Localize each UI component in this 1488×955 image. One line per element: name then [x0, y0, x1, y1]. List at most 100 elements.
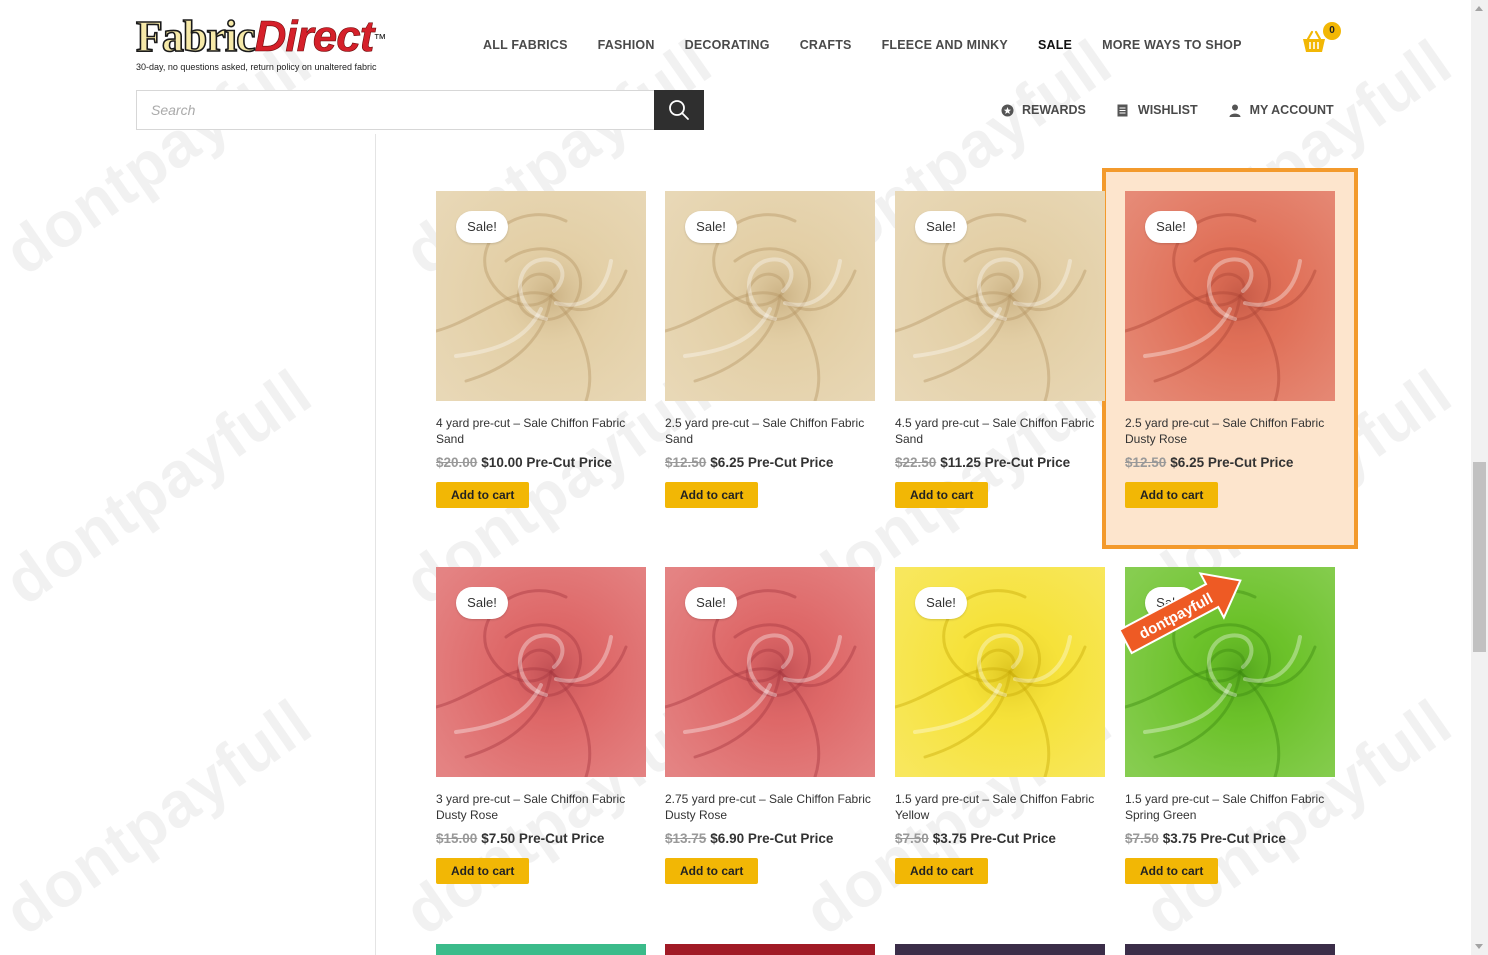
- add-to-cart-button[interactable]: Add to cart: [895, 482, 989, 508]
- add-to-cart-button[interactable]: Add to cart: [665, 858, 759, 884]
- product-price: $15.00 $7.50 Pre-Cut Price: [436, 831, 648, 846]
- original-price: $12.50: [1125, 455, 1167, 470]
- watermark: dontpayfull: [0, 685, 325, 949]
- sidebar-divider: [375, 134, 376, 955]
- my-account-label: MY ACCOUNT: [1249, 103, 1334, 117]
- wishlist-icon: [1116, 103, 1130, 117]
- add-to-cart-button[interactable]: Add to cart: [436, 482, 530, 508]
- product-price: $12.50 $6.25 Pre-Cut Price: [665, 455, 877, 470]
- nav-sale[interactable]: SALE: [1038, 38, 1072, 52]
- scroll-up-arrow-icon[interactable]: [1475, 6, 1483, 11]
- watermark: dontpayfull: [0, 355, 325, 619]
- product-title[interactable]: 2.5 yard pre-cut – Sale Chiffon Fabric S…: [665, 415, 875, 447]
- sale-price: $3.75 Pre-Cut Price: [932, 831, 1056, 846]
- sale-price: $11.25 Pre-Cut Price: [940, 455, 1071, 470]
- product-image[interactable]: Sale!: [1125, 191, 1335, 401]
- search-button[interactable]: [654, 90, 704, 130]
- main-nav: ALL FABRICS FASHION DECORATING CRAFTS FL…: [483, 38, 1272, 52]
- sale-badge: Sale!: [1145, 211, 1197, 243]
- nav-decorating[interactable]: DECORATING: [685, 38, 770, 52]
- logo-wordmark: FabricDirect™: [135, 12, 436, 61]
- original-price: $7.50: [895, 831, 929, 846]
- product-card[interactable]: Sale! 2.5 yard pre-cut – Sale Chiffon Fa…: [665, 191, 877, 508]
- search-icon: [669, 100, 689, 120]
- nav-crafts[interactable]: CRAFTS: [800, 38, 852, 52]
- product-image[interactable]: Sale!: [895, 191, 1105, 401]
- product-card[interactable]: Sale! 2.5 yard pre-cut – Sale Chiffon Fa…: [1125, 191, 1337, 508]
- product-price: $20.00 $10.00 Pre-Cut Price: [436, 455, 648, 470]
- cart-button[interactable]: 0: [1300, 22, 1341, 58]
- product-image[interactable]: Sale!: [665, 191, 875, 401]
- add-to-cart-button[interactable]: Add to cart: [1125, 858, 1219, 884]
- site-logo[interactable]: FabricDirect™ 30-day, no questions asked…: [135, 12, 436, 76]
- product-card[interactable]: Sale! 3 yard pre-cut – Sale Chiffon Fabr…: [436, 567, 648, 884]
- reward-badge-icon: [1000, 103, 1014, 117]
- original-price: $7.50: [1125, 831, 1159, 846]
- add-to-cart-button[interactable]: Add to cart: [436, 858, 530, 884]
- sale-price: $6.25 Pre-Cut Price: [1170, 455, 1294, 470]
- search-input[interactable]: [136, 90, 654, 130]
- sale-badge: Sale!: [915, 211, 967, 243]
- nav-fashion[interactable]: FASHION: [598, 38, 655, 52]
- product-title[interactable]: 3 yard pre-cut – Sale Chiffon Fabric Dus…: [436, 791, 646, 823]
- product-title[interactable]: 4 yard pre-cut – Sale Chiffon Fabric San…: [436, 415, 646, 447]
- rewards-label: REWARDS: [1022, 103, 1086, 117]
- product-image-partial[interactable]: [436, 944, 646, 955]
- my-account-link[interactable]: MY ACCOUNT: [1228, 103, 1334, 117]
- product-title[interactable]: 2.5 yard pre-cut – Sale Chiffon Fabric D…: [1125, 415, 1335, 447]
- product-image-partial[interactable]: [665, 944, 875, 955]
- original-price: $22.50: [895, 455, 937, 470]
- product-card[interactable]: Sale! 4.5 yard pre-cut – Sale Chiffon Fa…: [895, 191, 1107, 508]
- wishlist-link[interactable]: WISHLIST: [1116, 103, 1198, 117]
- logo-word-direct: Direct: [254, 12, 374, 61]
- sale-price: $3.75 Pre-Cut Price: [1162, 831, 1286, 846]
- logo-tagline: 30-day, no questions asked, return polic…: [136, 62, 377, 72]
- product-title[interactable]: 2.75 yard pre-cut – Sale Chiffon Fabric …: [665, 791, 875, 823]
- logo-word-fabric: Fabric: [135, 12, 256, 61]
- product-card[interactable]: Sale! 2.75 yard pre-cut – Sale Chiffon F…: [665, 567, 877, 884]
- user-icon: [1228, 103, 1242, 117]
- nav-fleece-and-minky[interactable]: FLEECE AND MINKY: [882, 38, 1008, 52]
- sale-badge: Sale!: [456, 211, 508, 243]
- sale-price: $10.00 Pre-Cut Price: [481, 455, 612, 470]
- product-price: $12.50 $6.25 Pre-Cut Price: [1125, 455, 1337, 470]
- sale-badge: Sale!: [915, 587, 967, 619]
- original-price: $13.75: [665, 831, 707, 846]
- product-title[interactable]: 4.5 yard pre-cut – Sale Chiffon Fabric S…: [895, 415, 1105, 447]
- product-image-partial[interactable]: [1125, 944, 1335, 955]
- product-image[interactable]: Sale!: [436, 191, 646, 401]
- product-title[interactable]: 1.5 yard pre-cut – Sale Chiffon Fabric S…: [1125, 791, 1335, 823]
- add-to-cart-button[interactable]: Add to cart: [1125, 482, 1219, 508]
- original-price: $15.00: [436, 831, 478, 846]
- sale-badge: Sale!: [456, 587, 508, 619]
- dontpayfull-arrow-sticker: dontpayfull: [1118, 572, 1242, 655]
- rewards-link[interactable]: REWARDS: [1000, 103, 1086, 117]
- sale-badge: Sale!: [685, 587, 737, 619]
- scroll-down-arrow-icon[interactable]: [1475, 944, 1483, 949]
- user-nav: REWARDS WISHLIST MY ACCOUNT: [1000, 103, 1364, 117]
- product-card[interactable]: Sale! 1.5 yard pre-cut – Sale Chiffon Fa…: [895, 567, 1107, 884]
- product-card[interactable]: Sale! 4 yard pre-cut – Sale Chiffon Fabr…: [436, 191, 648, 508]
- wishlist-label: WISHLIST: [1137, 103, 1198, 117]
- product-image-partial[interactable]: [895, 944, 1105, 955]
- product-image[interactable]: Sale!: [895, 567, 1105, 777]
- product-title[interactable]: 1.5 yard pre-cut – Sale Chiffon Fabric Y…: [895, 791, 1105, 823]
- nav-more-ways-to-shop[interactable]: MORE WAYS TO SHOP: [1102, 38, 1242, 52]
- sale-badge: Sale!: [685, 211, 737, 243]
- product-price: $22.50 $11.25 Pre-Cut Price: [895, 455, 1107, 470]
- original-price: $12.50: [665, 455, 707, 470]
- sale-price: $6.90 Pre-Cut Price: [710, 831, 834, 846]
- sale-price: $7.50 Pre-Cut Price: [481, 831, 605, 846]
- add-to-cart-button[interactable]: Add to cart: [665, 482, 759, 508]
- search-bar: [136, 90, 704, 130]
- cart-count-badge: 0: [1323, 22, 1341, 40]
- nav-all-fabrics[interactable]: ALL FABRICS: [483, 38, 568, 52]
- add-to-cart-button[interactable]: Add to cart: [895, 858, 989, 884]
- logo-trademark: ™: [373, 31, 386, 46]
- product-image[interactable]: Sale!: [665, 567, 875, 777]
- page-scrollbar[interactable]: [1471, 0, 1488, 955]
- product-price: $13.75 $6.90 Pre-Cut Price: [665, 831, 877, 846]
- product-image[interactable]: Sale!: [436, 567, 646, 777]
- sale-price: $6.25 Pre-Cut Price: [710, 455, 834, 470]
- scrollbar-thumb[interactable]: [1473, 462, 1486, 652]
